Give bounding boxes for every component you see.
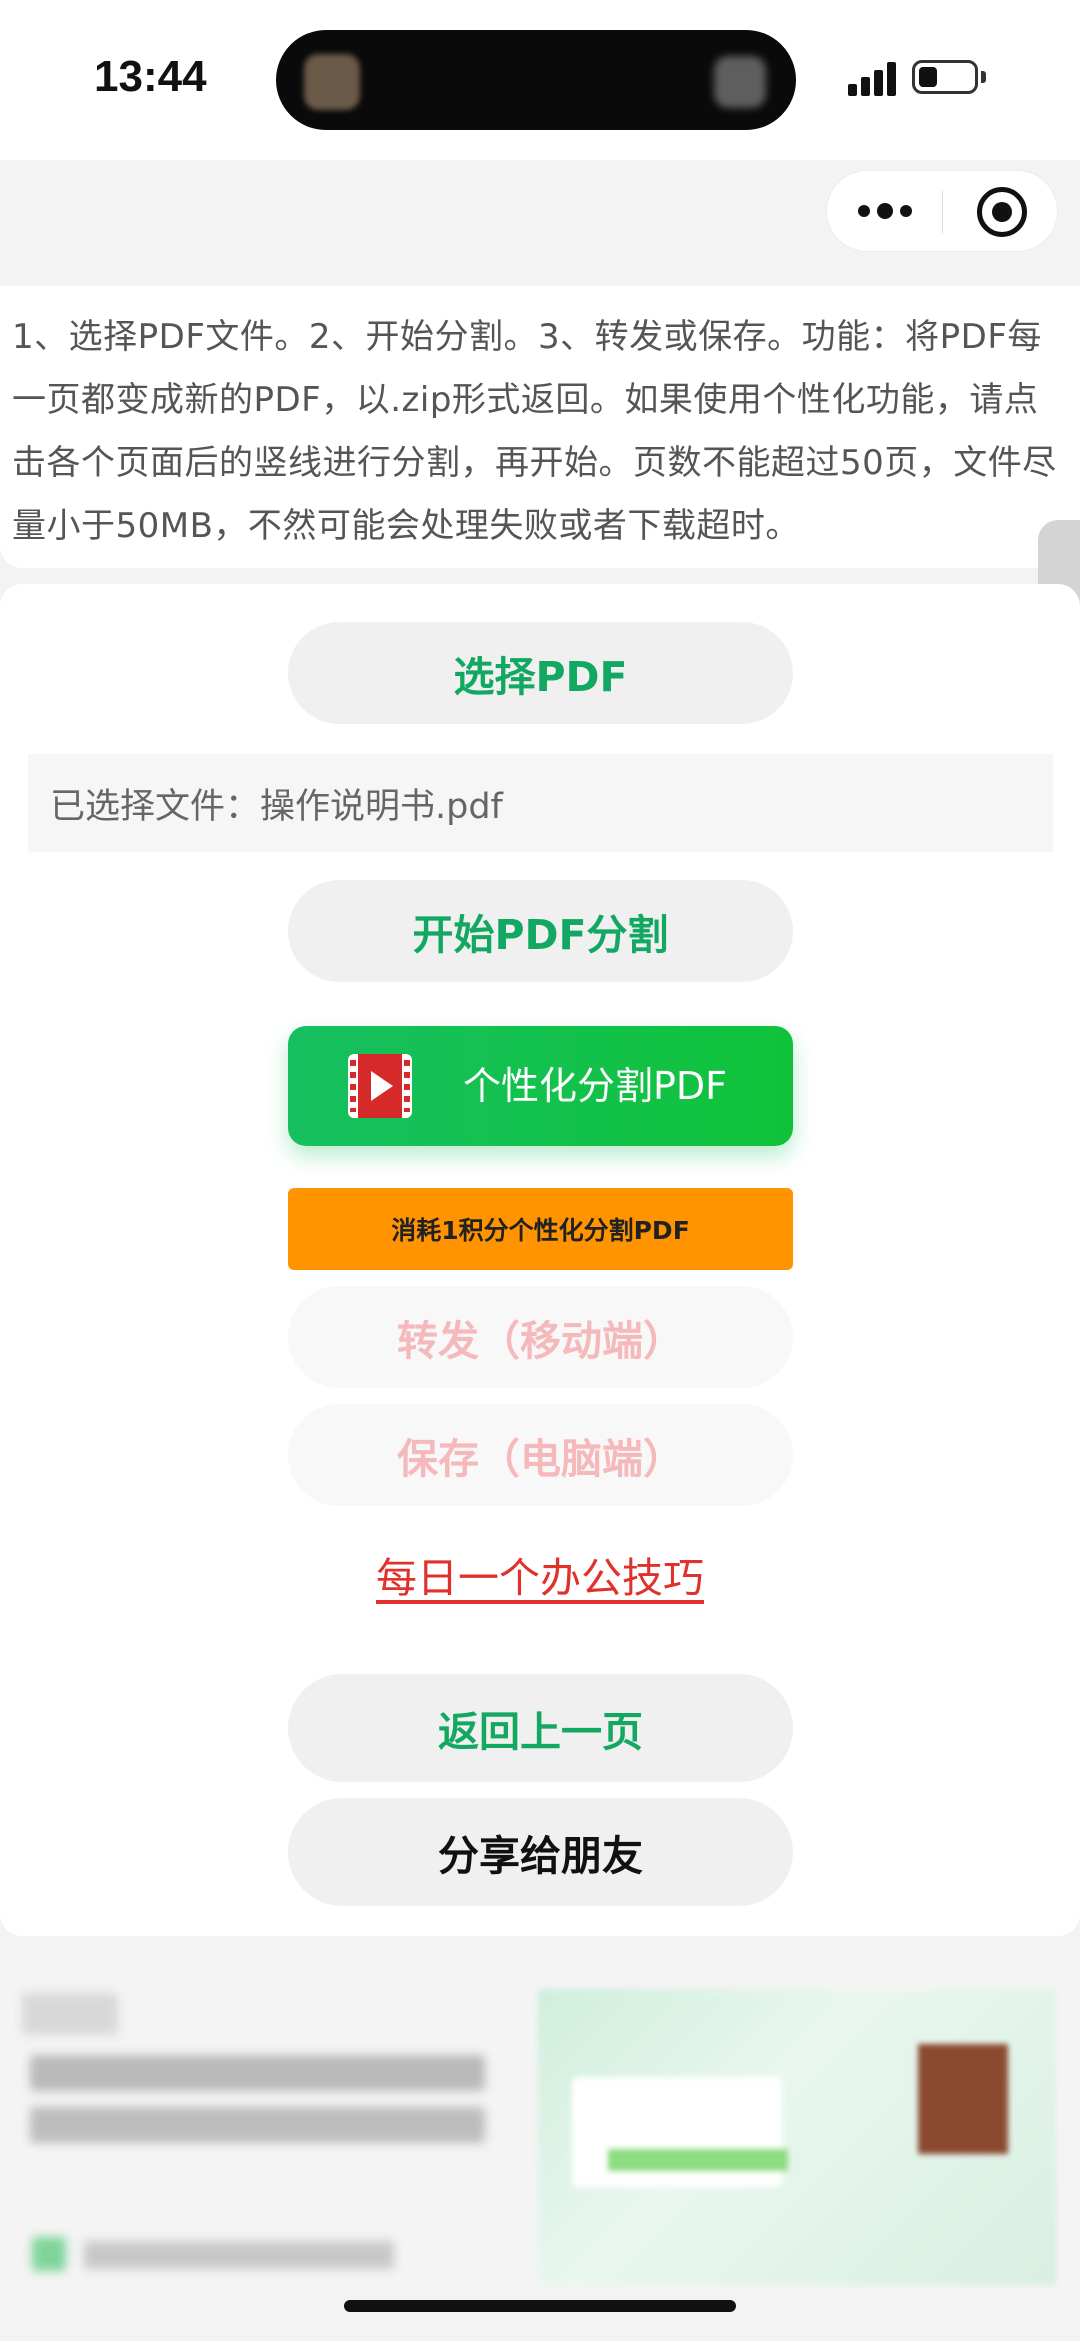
custom-split-label: 个性化分割PDF xyxy=(463,1064,728,1108)
instructions-card: 1、选择PDF文件。2、开始分割。3、转发或保存。功能：将PDF每一页都变成新的… xyxy=(0,286,1080,568)
battery-tip xyxy=(981,71,986,83)
more-dots-icon[interactable] xyxy=(827,171,942,251)
custom-split-button[interactable]: 个性化分割PDF xyxy=(288,1026,793,1146)
ad-thumbnail xyxy=(538,1989,1056,2285)
share-button[interactable]: 分享给朋友 xyxy=(288,1798,793,1906)
video-icon xyxy=(348,1054,412,1118)
ad-text-blur xyxy=(30,2055,485,2091)
island-activity-icon xyxy=(714,56,766,108)
back-button[interactable]: 返回上一页 xyxy=(288,1674,793,1782)
ad-title-blur xyxy=(22,1993,118,2035)
daily-tip-link[interactable]: 每日一个办公技巧 xyxy=(0,1544,1080,1604)
miniprogram-capsule xyxy=(826,170,1058,252)
ad-text-blur xyxy=(30,2107,485,2143)
forward-mobile-button[interactable]: 转发（移动端） xyxy=(288,1286,793,1388)
start-split-button[interactable]: 开始PDF分割 xyxy=(288,880,793,982)
target-close-icon[interactable] xyxy=(977,187,1027,237)
status-time: 13:44 xyxy=(94,52,207,101)
signal-icon xyxy=(848,60,900,96)
main-card: 选择PDF 已选择文件：操作说明书.pdf 开始PDF分割 个性化分割PDF 消… xyxy=(0,584,1080,1936)
battery-icon xyxy=(912,60,978,94)
capsule-divider xyxy=(942,191,943,233)
home-indicator[interactable] xyxy=(344,2300,736,2312)
dynamic-island xyxy=(276,30,796,130)
pdf-split-page: 13:44 1、选择PDF文件。2、开始分割。3、转发或保存。功能：将PDF每一… xyxy=(0,0,1080,2341)
select-pdf-button[interactable]: 选择PDF xyxy=(288,622,793,724)
custom-split-credit-button[interactable]: 消耗1积分个性化分割PDF xyxy=(288,1188,793,1270)
status-bar: 13:44 xyxy=(0,0,1080,160)
ad-source-blur xyxy=(84,2241,394,2269)
ad-banner[interactable] xyxy=(0,1955,1080,2295)
instructions-text: 1、选择PDF文件。2、开始分割。3、转发或保存。功能：将PDF每一页都变成新的… xyxy=(12,317,1057,546)
island-activity-icon xyxy=(304,54,360,110)
selected-file-display: 已选择文件：操作说明书.pdf xyxy=(28,754,1053,852)
ad-logo-blur xyxy=(32,2237,66,2271)
save-desktop-button[interactable]: 保存（电脑端） xyxy=(288,1404,793,1506)
